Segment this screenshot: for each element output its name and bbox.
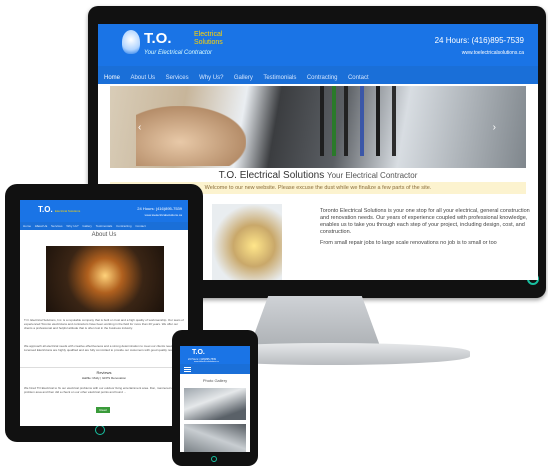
page-title: T.O. Electrical Solutions Your Electrica… [98, 170, 538, 181]
tablet-reviews-heading: Reviews [20, 367, 188, 375]
page-title-main: T.O. Electrical Solutions [218, 170, 325, 181]
tablet-paragraph-2: We approach all electrical needs with cr… [24, 344, 181, 352]
phone-logo[interactable]: T.O. [192, 349, 205, 356]
nav-item-contact[interactable]: Contact [348, 75, 369, 81]
hero-wire [376, 86, 380, 156]
tablet-header: T.O. Electrical Solutions 24 Hours: (416… [20, 200, 188, 222]
tablet-paragraph-1: T.O. Electrical Solutions, Inc. is a rep… [24, 318, 184, 330]
tablet-nav-testimonials[interactable]: Testimonials [96, 224, 113, 228]
gallery-image[interactable] [184, 424, 246, 452]
tablet-nav-contracting[interactable]: Contracting [116, 224, 131, 228]
intro-text: Toronto Electrical Solutions is your one… [320, 208, 532, 247]
tablet-lightbulb-image [46, 246, 164, 312]
lightbulb-image [212, 204, 282, 280]
hero-wire [360, 86, 364, 156]
hero-wire [332, 86, 336, 156]
hero-wire [344, 86, 348, 156]
nav-item-testimonials[interactable]: Testimonials [263, 75, 296, 81]
lightbulb-logo-icon [122, 30, 140, 54]
nav-item-contracting[interactable]: Contracting [307, 75, 338, 81]
tablet-screen: T.O. Electrical Solutions 24 Hours: (416… [20, 200, 188, 426]
site-tagline: Your Electrical Contractor [144, 50, 213, 56]
phone-home-icon[interactable] [211, 456, 217, 462]
tablet-nav: Home About Us Services Why Us? Gallery T… [20, 222, 188, 230]
hero-wire [392, 86, 396, 156]
intro-paragraph-2: From small repair jobs to large scale re… [320, 240, 497, 246]
site-header: T.O. Electrical Solutions Your Electrica… [98, 24, 538, 66]
tablet-home-icon[interactable] [95, 425, 105, 435]
gallery-image[interactable] [184, 388, 246, 420]
phone-url[interactable]: www.toelectricalsolutions.ca [194, 361, 219, 363]
site-logo-text[interactable]: T.O. [144, 30, 172, 47]
tablet-nav-home[interactable]: Home [23, 224, 31, 228]
tablet-nav-gallery[interactable]: Gallery [82, 224, 92, 228]
hamburger-menu-icon[interactable] [184, 367, 191, 368]
tablet-nav-about[interactable]: About Us [35, 224, 47, 228]
nav-item-home[interactable]: Home [104, 75, 120, 81]
tablet-logo[interactable]: T.O. Electrical Solutions [38, 205, 80, 214]
phone-screen: T.O. 24 Hours: (416)895-7539 www.toelect… [180, 346, 250, 452]
tablet-nav-why-us[interactable]: Why Us? [66, 224, 78, 228]
hero-wire [320, 86, 324, 156]
monitor-stand-neck [250, 296, 380, 346]
tablet-nav-contact[interactable]: Contact [135, 224, 145, 228]
phone-nav-bar [180, 364, 250, 374]
tablet-review-author: Halifile: Molly | GFPS Renovation [81, 376, 127, 380]
tablet-logo-text: T.O. [38, 205, 53, 214]
intro-paragraph-1: Toronto Electrical Solutions is your one… [320, 208, 530, 235]
nav-item-gallery[interactable]: Gallery [234, 75, 253, 81]
carousel-prev-icon[interactable]: ‹ [138, 122, 141, 133]
site-logo-subtitle: Electrical Solutions [194, 31, 223, 46]
header-phone: 24 Hours: (416)895-7539 [434, 36, 524, 45]
nav-item-why-us[interactable]: Why Us? [199, 75, 223, 81]
nav-item-about[interactable]: About Us [130, 75, 155, 81]
hero-carousel: ‹ › [110, 86, 526, 168]
header-url[interactable]: www.toelectricalsolutions.ca [462, 50, 524, 56]
tablet-review-text: We hired TO Electrical to fix our electr… [24, 386, 176, 394]
tablet-logo-subtitle: Electrical Solutions [54, 209, 81, 213]
nav-item-services[interactable]: Services [166, 75, 189, 81]
tablet-phone: 24 Hours: (416)895-7539 [137, 206, 182, 211]
read-more-button[interactable]: Read [96, 407, 110, 413]
tablet-nav-services[interactable]: Services [51, 224, 63, 228]
tablet-heading: About Us [91, 232, 117, 238]
tablet-url[interactable]: www.toelectricalsolutions.ca [145, 213, 182, 217]
main-nav: Home About Us Services Why Us? Gallery T… [98, 66, 538, 84]
carousel-next-icon[interactable]: › [493, 122, 496, 133]
hero-hand-image [136, 106, 246, 166]
phone-header: T.O. 24 Hours: (416)895-7539 www.toelect… [180, 346, 250, 364]
phone-heading: Photo Gallery [202, 378, 228, 383]
page-title-sub: Your Electrical Contractor [326, 171, 418, 180]
